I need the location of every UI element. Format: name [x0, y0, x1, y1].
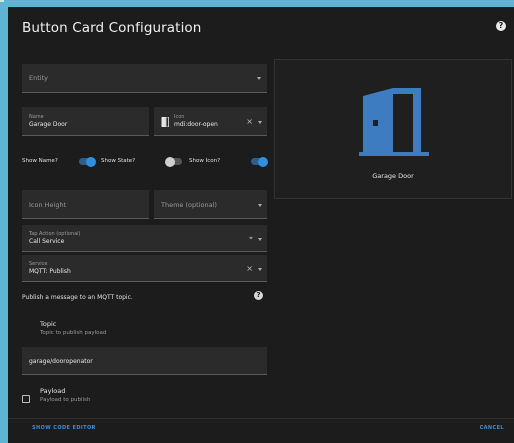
- entity-select[interactable]: Entity: [22, 64, 267, 93]
- tap-action-label: Tap Action (optional): [29, 231, 81, 237]
- tap-action-select[interactable]: Tap Action (optional) Call Service ⌖: [22, 225, 267, 252]
- icon-label: Icon: [174, 114, 185, 120]
- topic-input[interactable]: garage/dooropenator: [22, 347, 267, 375]
- name-field[interactable]: Name Garage Door: [22, 107, 149, 136]
- name-label: Name: [29, 114, 44, 120]
- theme-select[interactable]: Theme (optional): [154, 190, 267, 219]
- door-icon: [161, 117, 169, 127]
- info-icon[interactable]: ?: [254, 291, 263, 300]
- topic-title: Topic: [40, 320, 57, 328]
- chevron-down-icon: [257, 77, 261, 80]
- visibility-toggles: Show Name? Show State? Show Icon?: [22, 156, 268, 170]
- footer-divider: [8, 418, 514, 419]
- chevron-down-icon[interactable]: [258, 268, 262, 271]
- name-value: Garage Door: [29, 121, 68, 128]
- clear-icon[interactable]: ×: [246, 265, 253, 273]
- cancel-button[interactable]: CANCEL: [480, 425, 504, 431]
- service-description: Publish a message to an MQTT topic.: [22, 294, 133, 301]
- show-icon-switch[interactable]: [251, 156, 268, 167]
- show-code-editor-button[interactable]: SHOW CODE EDITOR: [32, 425, 96, 431]
- show-name-switch[interactable]: [79, 156, 96, 167]
- show-state-label: Show State?: [101, 158, 136, 164]
- chevron-down-icon: [258, 204, 262, 207]
- preview-name: Garage Door: [372, 172, 414, 180]
- icon-value: mdi:door-open: [174, 121, 218, 128]
- topic-value: garage/dooropenator: [29, 358, 93, 365]
- show-state-switch[interactable]: [165, 156, 182, 167]
- service-value: MQTT: Publish: [29, 268, 71, 275]
- icon-field[interactable]: Icon mdi:door-open ×: [154, 107, 267, 136]
- entity-placeholder: Entity: [29, 74, 48, 82]
- theme-placeholder: Theme (optional): [161, 201, 217, 209]
- door-open-icon: [359, 88, 429, 156]
- dialog-title: Button Card Configuration: [22, 20, 202, 36]
- show-icon-label: Show Icon?: [189, 158, 221, 164]
- service-label: Service: [29, 261, 48, 267]
- payload-title: Payload: [40, 387, 66, 395]
- icon-height-placeholder: Icon Height: [29, 201, 67, 209]
- help-icon[interactable]: ?: [496, 21, 506, 31]
- button-card-preview[interactable]: Garage Door: [274, 59, 512, 199]
- show-name-label: Show Name?: [22, 158, 58, 164]
- icon-height-field[interactable]: Icon Height: [22, 190, 149, 219]
- clear-icon[interactable]: ×: [246, 118, 253, 126]
- chevron-down-icon[interactable]: [258, 121, 262, 124]
- payload-description: Payload to publish: [40, 397, 91, 403]
- chevron-down-icon[interactable]: [258, 238, 262, 241]
- payload-checkbox[interactable]: [22, 395, 30, 403]
- target-icon[interactable]: ⌖: [249, 234, 253, 242]
- tap-action-value: Call Service: [29, 238, 65, 245]
- service-select[interactable]: Service MQTT: Publish ×: [22, 255, 267, 282]
- window-edge-marker: [0, 0, 4, 2]
- topic-description: Topic to publish payload: [40, 330, 107, 336]
- button-card-dialog: Button Card Configuration ? Entity Name …: [8, 7, 514, 443]
